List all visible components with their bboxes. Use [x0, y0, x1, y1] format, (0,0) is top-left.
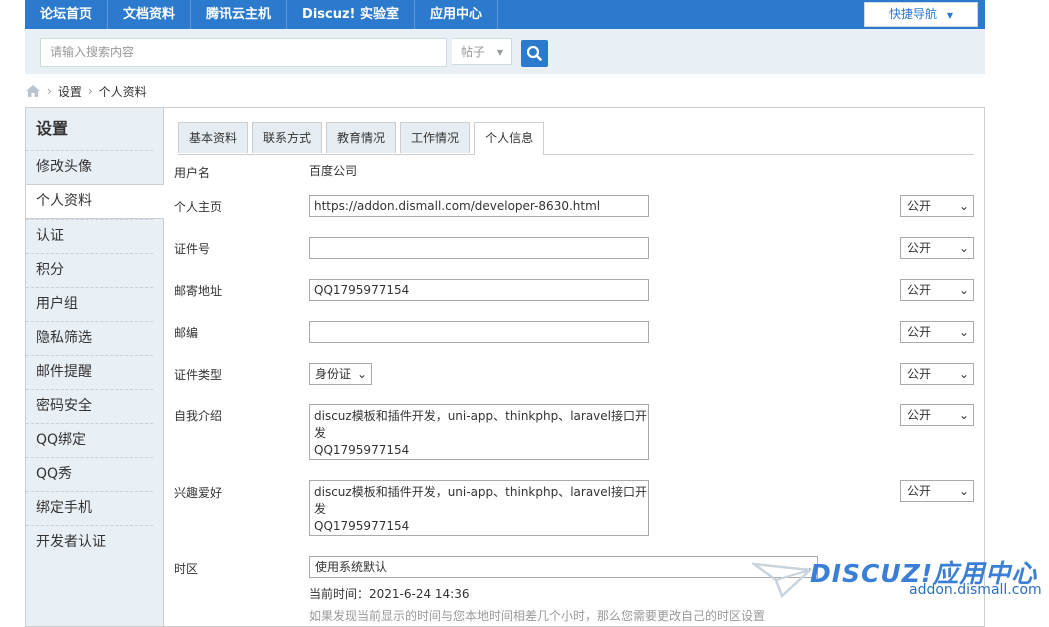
discuz-watermark-logo: DISCUZ!应用中心 addon.dismall.com — [752, 552, 1042, 604]
sidebar-item-developer-verify[interactable]: 开发者认证 — [26, 525, 153, 559]
caret-down-icon: ▼ — [496, 48, 503, 57]
nav-item-forum-home[interactable]: 论坛首页 — [25, 0, 109, 29]
address-label: 邮寄地址 — [174, 284, 223, 298]
tab-education[interactable]: 教育情况 — [326, 122, 397, 153]
idnum-label: 证件号 — [174, 242, 211, 256]
address-privacy-select[interactable]: 公开 ⌄ — [900, 279, 974, 301]
privacy-label: 公开 — [907, 325, 932, 339]
sidebar-item-usergroup[interactable]: 用户组 — [26, 287, 153, 321]
idtype-value: 身份证 — [315, 367, 352, 381]
chevron-down-icon: ⌄ — [958, 484, 969, 498]
chevron-down-icon: ⌄ — [958, 408, 969, 422]
timezone-label: 时区 — [174, 562, 199, 576]
chevron-down-icon: ⌄ — [356, 367, 367, 381]
chevron-down-icon: ⌄ — [958, 283, 969, 297]
sidebar-item-privacy[interactable]: 隐私筛选 — [26, 321, 153, 355]
address-input[interactable]: QQ1795977154 — [309, 279, 649, 301]
sidebar-item-qq-bind[interactable]: QQ绑定 — [26, 423, 153, 457]
tab-work[interactable]: 工作情况 — [400, 122, 471, 153]
bio-privacy-select[interactable]: 公开 ⌄ — [900, 404, 974, 426]
sidebar-title: 设置 — [36, 119, 69, 138]
watermark-url: addon.dismall.com — [909, 582, 1042, 598]
idtype-label: 证件类型 — [174, 368, 223, 382]
idnum-privacy-select[interactable]: 公开 ⌄ — [900, 237, 974, 259]
idtype-select[interactable]: 身份证 ⌄ — [309, 363, 372, 385]
breadcrumb-separator: › — [47, 84, 52, 98]
chevron-down-icon: ⌄ — [958, 367, 969, 381]
homepage-privacy-select[interactable]: 公开 ⌄ — [900, 195, 974, 217]
breadcrumb-separator: › — [87, 84, 93, 98]
sidebar-item-verify[interactable]: 认证 — [26, 219, 153, 253]
breadcrumb: › 设置 › 个人资料 — [25, 82, 147, 100]
nav-item-docs[interactable]: 文档资料 — [108, 0, 192, 29]
nav-item-app-center[interactable]: 应用中心 — [415, 0, 499, 29]
username-label: 用户名 — [174, 166, 211, 180]
timezone-value: 使用系统默认 — [315, 560, 388, 574]
privacy-label: 公开 — [907, 241, 932, 255]
top-nav-items: 论坛首页 文档资料 腾讯云主机 Discuz! 实验室 应用中心 — [25, 0, 499, 29]
quick-nav-label: 快捷导航 — [889, 7, 938, 21]
tab-basic-info[interactable]: 基本资料 — [178, 122, 249, 153]
chevron-down-icon: ⌄ — [958, 241, 969, 255]
sidebar-item-phone-bind[interactable]: 绑定手机 — [26, 491, 153, 525]
zipcode-privacy-select[interactable]: 公开 ⌄ — [900, 321, 974, 343]
sidebar-item-avatar[interactable]: 修改头像 — [26, 150, 153, 184]
search-bar: 请输入搜索内容 帖子 ▼ — [25, 29, 985, 74]
username-value: 百度公司 — [309, 164, 358, 178]
settings-sidebar: 设置 修改头像 个人资料 认证 积分 用户组 隐私筛选 邮件提醒 密码安全 QQ… — [26, 108, 164, 626]
sidebar-item-email-notify[interactable]: 邮件提醒 — [26, 355, 153, 389]
interest-privacy-select[interactable]: 公开 ⌄ — [900, 480, 974, 502]
privacy-label: 公开 — [907, 367, 932, 381]
search-icon — [526, 45, 542, 61]
quick-nav-button[interactable]: 快捷导航 ▼ — [864, 2, 978, 27]
nav-item-discuz-lab[interactable]: Discuz! 实验室 — [287, 0, 416, 29]
interest-textarea[interactable]: discuz模板和插件开发，uni-app、thinkphp、laravel接口… — [309, 480, 649, 536]
idnum-input[interactable] — [309, 237, 649, 259]
search-type-label: 帖子 — [461, 45, 486, 59]
search-button[interactable] — [521, 40, 548, 67]
search-type-select[interactable]: 帖子 ▼ — [452, 38, 512, 65]
breadcrumb-item-settings[interactable]: 设置 — [58, 83, 82, 100]
timezone-hint-text: 如果发现当前显示的时间与您本地时间相差几个小时，那么您需要更改自己的时区设置 — [309, 609, 766, 623]
bio-label: 自我介绍 — [174, 409, 223, 423]
homepage-input[interactable]: https://addon.dismall.com/developer-8630… — [309, 195, 649, 217]
caret-down-icon: ▼ — [946, 11, 953, 20]
settings-panel: 设置 修改头像 个人资料 认证 积分 用户组 隐私筛选 邮件提醒 密码安全 QQ… — [25, 107, 985, 627]
sidebar-item-credits[interactable]: 积分 — [26, 253, 153, 287]
profile-content: 基本资料 联系方式 教育情况 工作情况 个人信息 用户名 百度公司 个人主页 h… — [163, 108, 984, 626]
search-input[interactable]: 请输入搜索内容 — [40, 38, 447, 67]
chevron-down-icon: ⌄ — [958, 199, 969, 213]
privacy-label: 公开 — [907, 408, 932, 422]
home-icon[interactable] — [25, 84, 41, 98]
privacy-label: 公开 — [907, 484, 932, 498]
profile-tabs: 基本资料 联系方式 教育情况 工作情况 个人信息 — [178, 122, 974, 155]
bio-textarea[interactable]: discuz模板和插件开发，uni-app、thinkphp、laravel接口… — [309, 404, 649, 460]
homepage-label: 个人主页 — [174, 200, 223, 214]
privacy-label: 公开 — [907, 283, 932, 297]
current-time-text: 当前时间：2021-6-24 14:36 — [309, 587, 470, 601]
nav-item-tencent-cloud[interactable]: 腾讯云主机 — [191, 0, 288, 29]
top-nav-bar: 论坛首页 文档资料 腾讯云主机 Discuz! 实验室 应用中心 快捷导航 ▼ — [25, 0, 985, 29]
tab-contact[interactable]: 联系方式 — [252, 122, 323, 153]
sidebar-item-qq-show[interactable]: QQ秀 — [26, 457, 153, 491]
zipcode-input[interactable] — [309, 321, 649, 343]
sidebar-item-password[interactable]: 密码安全 — [26, 389, 153, 423]
chevron-down-icon: ⌄ — [958, 325, 969, 339]
idtype-privacy-select[interactable]: 公开 ⌄ — [900, 363, 974, 385]
sidebar-item-profile[interactable]: 个人资料 — [26, 184, 164, 219]
paper-plane-icon — [752, 562, 812, 599]
timezone-select[interactable]: 使用系统默认 ⌄ — [309, 556, 818, 578]
breadcrumb-item-profile: 个人资料 — [98, 84, 147, 99]
tab-personal-info[interactable]: 个人信息 — [474, 122, 545, 155]
zipcode-label: 邮编 — [174, 326, 199, 340]
privacy-label: 公开 — [907, 199, 932, 213]
interest-label: 兴趣爱好 — [174, 486, 223, 500]
